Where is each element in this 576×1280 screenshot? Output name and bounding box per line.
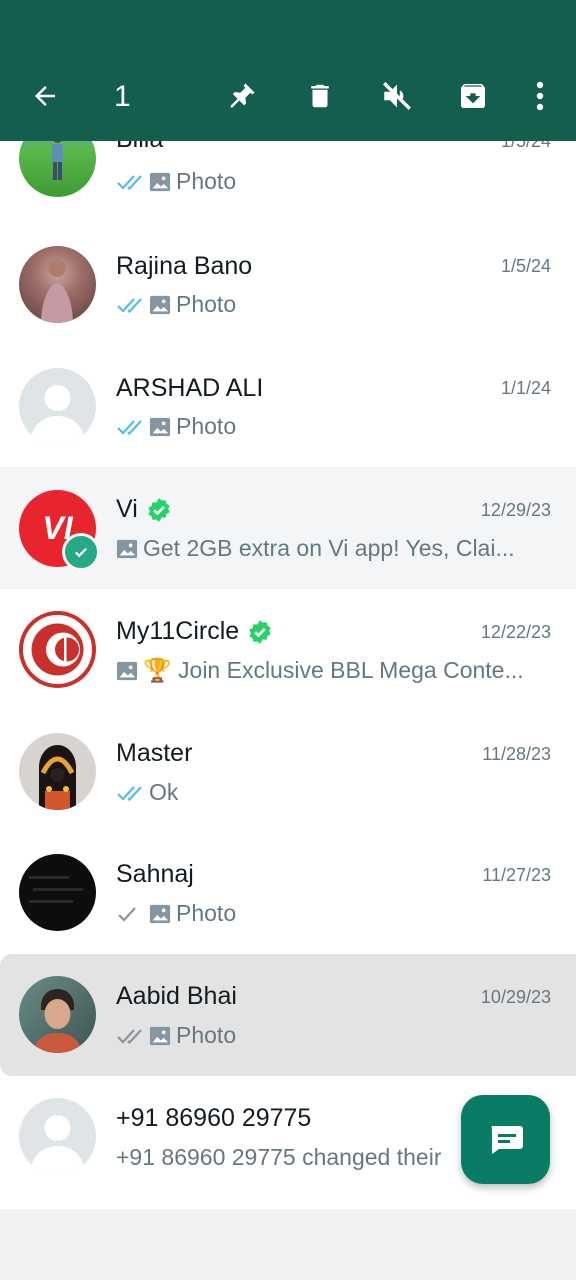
photo-icon bbox=[149, 295, 171, 314]
chat-list: Billa 1/5/24 Photo Rajina Bano 1/5/24 Ph… bbox=[0, 141, 576, 1209]
more-options-button[interactable] bbox=[520, 76, 560, 116]
new-chat-button[interactable] bbox=[461, 1095, 550, 1184]
pin-icon bbox=[230, 83, 255, 108]
delete-icon bbox=[311, 84, 329, 108]
double-check-read-icon bbox=[117, 785, 142, 801]
chat-preview: Ok bbox=[116, 779, 178, 806]
chat-preview: Get 2GB extra on Vi app! Yes, Clai... bbox=[116, 535, 551, 562]
double-check-read-icon bbox=[117, 174, 142, 190]
chat-date: 12/22/23 bbox=[480, 622, 551, 642]
chat-date: 12/29/23 bbox=[480, 500, 551, 520]
chat-date: 1/5/24 bbox=[500, 256, 551, 276]
archive-icon bbox=[461, 84, 485, 108]
chat-row-sahnaj[interactable]: Sahnaj 11/27/23 Photo bbox=[0, 833, 576, 955]
chat-row-vi[interactable]: VI Vi 12/29/23 Get 2GB extra on Vi app! … bbox=[0, 467, 576, 589]
chat-name: Vi bbox=[116, 495, 172, 524]
chat-preview: +91 86960 29775 changed their bbox=[116, 1144, 442, 1170]
pin-button[interactable] bbox=[222, 76, 262, 116]
chat-preview: Photo bbox=[116, 900, 236, 927]
chat-name: Billa bbox=[116, 141, 163, 154]
avatar[interactable]: VI bbox=[19, 490, 100, 571]
chat-name: +91 86960 29775 bbox=[116, 1104, 312, 1132]
mute-button[interactable] bbox=[377, 76, 417, 116]
chat-date: 11/27/23 bbox=[482, 865, 551, 885]
default-avatar-icon bbox=[31, 1115, 84, 1175]
default-avatar-icon bbox=[31, 385, 84, 445]
photo-icon bbox=[149, 417, 171, 436]
chat-date: 10/29/23 bbox=[480, 987, 551, 1007]
chat-date: 1/1/24 bbox=[500, 378, 551, 398]
avatar[interactable] bbox=[19, 854, 96, 931]
chat-row-arshad-ali[interactable]: ARSHAD ALI 1/1/24 Photo bbox=[0, 342, 576, 464]
avatar[interactable] bbox=[19, 368, 96, 445]
chat-preview: Photo bbox=[116, 413, 236, 440]
chat-row-billa[interactable]: Billa 1/5/24 Photo bbox=[0, 141, 576, 220]
verified-badge-icon bbox=[148, 497, 170, 522]
chat-preview: 🏆 Join Exclusive BBL Mega Conte... bbox=[116, 657, 551, 684]
double-check-read-icon bbox=[117, 419, 142, 435]
chat-date: 1/5/24 bbox=[500, 141, 551, 151]
selected-count: 1 bbox=[114, 80, 131, 113]
avatar[interactable] bbox=[19, 976, 96, 1053]
double-check-delivered-icon bbox=[117, 1028, 142, 1044]
new-chat-icon bbox=[491, 1125, 523, 1154]
chat-name: Sahnaj bbox=[116, 860, 194, 888]
chat-name: Aabid Bhai bbox=[116, 982, 237, 1010]
chat-name: Master bbox=[116, 739, 193, 767]
chat-row-aabid-bhai[interactable]: Aabid Bhai 10/29/23 Photo bbox=[0, 954, 576, 1076]
chat-name: ARSHAD ALI bbox=[116, 374, 264, 402]
double-check-read-icon bbox=[117, 297, 142, 313]
single-check-sent-icon bbox=[118, 906, 136, 922]
mute-icon bbox=[383, 82, 411, 110]
my11circle-logo bbox=[31, 623, 84, 676]
chat-row-rajina-bano[interactable]: Rajina Bano 1/5/24 Photo bbox=[0, 220, 576, 342]
back-button[interactable] bbox=[25, 76, 65, 116]
avatar[interactable] bbox=[19, 733, 96, 810]
photo-icon bbox=[116, 539, 138, 558]
chat-row-my11circle[interactable]: My11Circle 12/22/23 🏆 Join Exclusive BBL… bbox=[0, 589, 576, 711]
photo-icon bbox=[149, 1026, 171, 1045]
avatar[interactable] bbox=[19, 1098, 96, 1175]
more-options-icon bbox=[536, 81, 544, 111]
avatar[interactable] bbox=[19, 611, 96, 688]
avatar[interactable] bbox=[19, 141, 96, 197]
selected-check-badge bbox=[62, 533, 100, 571]
chat-name: Rajina Bano bbox=[116, 252, 253, 280]
verified-badge-icon bbox=[249, 619, 271, 644]
chat-date: 11/28/23 bbox=[482, 744, 551, 764]
selection-toolbar: 1 bbox=[0, 0, 576, 141]
chat-preview: Photo bbox=[116, 291, 236, 318]
archive-button[interactable] bbox=[453, 76, 493, 116]
avatar[interactable] bbox=[19, 246, 96, 323]
back-arrow-icon bbox=[35, 86, 55, 106]
chat-row-master[interactable]: Master 11/28/23 Ok bbox=[0, 711, 576, 833]
chat-name: My11Circle bbox=[116, 617, 273, 646]
check-icon bbox=[74, 547, 88, 558]
photo-icon bbox=[149, 172, 171, 191]
photo-icon bbox=[116, 661, 138, 680]
delete-button[interactable] bbox=[300, 76, 340, 116]
chat-preview: Photo bbox=[116, 1022, 236, 1049]
photo-icon bbox=[149, 904, 171, 923]
chat-preview: Photo bbox=[116, 168, 236, 195]
